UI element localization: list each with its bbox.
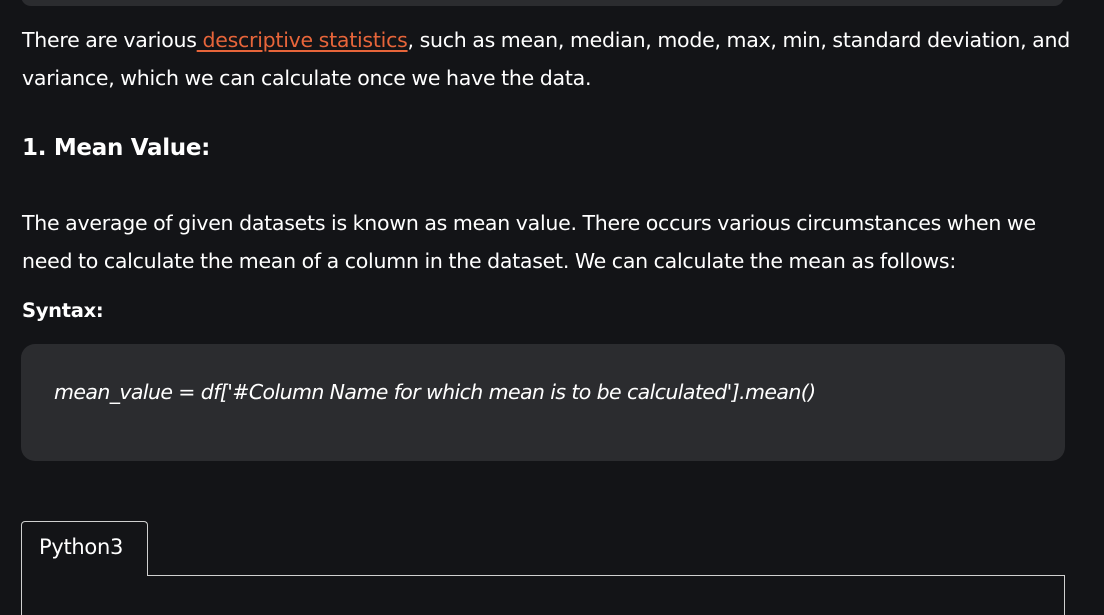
intro-prefix: There are various — [22, 28, 197, 52]
tab-python3[interactable]: Python3 — [21, 521, 148, 576]
tab-label: Python3 — [39, 535, 124, 559]
mean-description: The average of given datasets is known a… — [22, 211, 1036, 273]
section-heading: 1. Mean Value: — [22, 135, 211, 161]
syntax-code-block: mean_value = df['#Column Name for which … — [21, 344, 1065, 461]
syntax-label: Syntax: — [22, 299, 104, 322]
syntax-code: mean_value = df['#Column Name for which … — [54, 380, 816, 404]
descriptive-statistics-link[interactable]: descriptive statistics — [197, 28, 407, 52]
intro-paragraph: There are various descriptive statistics… — [22, 21, 1087, 97]
code-panel — [21, 575, 1065, 615]
previous-block — [21, 0, 1064, 6]
